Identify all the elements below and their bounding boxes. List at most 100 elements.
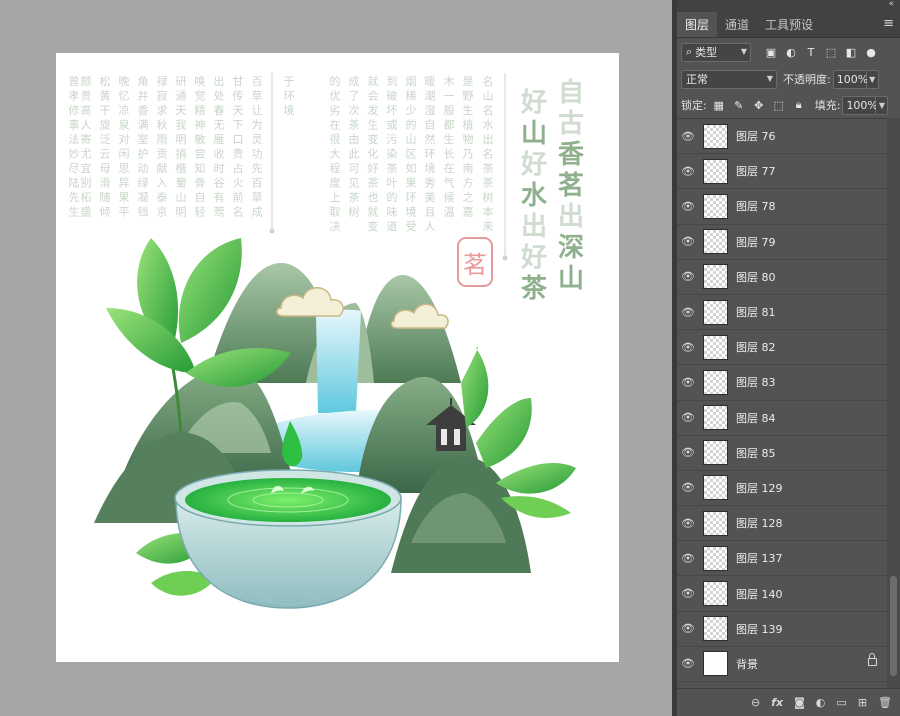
layer-row[interactable]: 👁︎ 图层 80 [677, 260, 887, 295]
visibility-eye-icon[interactable]: 👁︎ [677, 341, 699, 354]
filter-toggle-icon[interactable]: ● [863, 44, 879, 60]
layer-thumbnail[interactable] [703, 193, 728, 219]
layer-name[interactable]: 图层 128 [736, 515, 783, 531]
layer-row[interactable]: 👁︎ 图层 137 [677, 541, 887, 577]
layer-name[interactable]: 图层 83 [736, 374, 776, 390]
layer-thumbnail[interactable] [703, 616, 728, 642]
filter-type-icon[interactable]: T [803, 44, 819, 60]
layer-name[interactable]: 图层 81 [736, 304, 776, 320]
visibility-eye-icon[interactable]: 👁︎ [677, 552, 699, 565]
layer-row[interactable]: 👁︎ 图层 139 [677, 612, 887, 647]
canvas-area[interactable]: 名山名水出名茶茶树本来是野生植物乃南方之嘉木一般都生长在气候温暖潮湿自然环境秀美… [0, 0, 672, 716]
visibility-eye-icon[interactable]: 👁︎ [677, 587, 699, 600]
layers-list[interactable]: 👁︎ 图层 76 👁︎ 图层 77 👁︎ 图层 78 👁︎ 图层 79 👁︎ 图层 80 👁︎ 图层 … [677, 118, 887, 688]
fill-field[interactable]: 100% [842, 95, 878, 115]
visibility-eye-icon[interactable]: 👁︎ [677, 235, 699, 248]
layer-thumbnail[interactable] [703, 510, 728, 536]
layer-name[interactable]: 图层 85 [736, 445, 776, 461]
visibility-eye-icon[interactable]: 👁︎ [677, 376, 699, 389]
lock-artboard-icon[interactable]: ⬚ [771, 97, 787, 113]
panel-menu-icon[interactable]: ≡ [883, 16, 894, 31]
visibility-eye-icon[interactable]: 👁︎ [677, 306, 699, 319]
opacity-dropdown-icon[interactable]: ▼ [866, 69, 879, 89]
scroll-thumb[interactable] [890, 576, 897, 676]
layer-row[interactable]: 👁︎ 图层 129 [677, 471, 887, 507]
layer-thumbnail[interactable] [703, 545, 728, 571]
layer-thumbnail[interactable] [703, 264, 728, 290]
visibility-eye-icon[interactable]: 👁︎ [677, 165, 699, 178]
fx-icon[interactable]: fx [771, 696, 783, 709]
visibility-eye-icon[interactable]: 👁︎ [677, 622, 699, 635]
filter-pixel-icon[interactable]: ▣ [763, 44, 779, 60]
layer-row[interactable]: 👁︎ 图层 77 [677, 154, 887, 190]
layer-name[interactable]: 图层 79 [736, 234, 776, 250]
layer-thumbnail[interactable] [703, 369, 728, 395]
lock-all-icon[interactable]: 🔒︎ [791, 97, 807, 113]
layer-row[interactable]: 👁︎ 图层 81 [677, 295, 887, 331]
filter-shape-icon[interactable]: ⬚ [823, 44, 839, 60]
svg-text:收: 收 [214, 147, 225, 161]
tab-tool-presets[interactable]: 工具预设 [757, 12, 821, 37]
artboard[interactable]: 名山名水出名茶茶树本来是野生植物乃南方之嘉木一般都生长在气候温暖潮湿自然环境秀美… [56, 53, 619, 662]
visibility-eye-icon[interactable]: 👁︎ [677, 411, 699, 424]
layer-row[interactable]: 👁︎ 背景 [677, 647, 887, 682]
layer-thumbnail[interactable] [703, 651, 728, 677]
layer-name[interactable]: 图层 137 [736, 550, 783, 566]
new-layer-icon[interactable]: ⊞ [858, 696, 867, 709]
layer-thumbnail[interactable] [703, 440, 728, 466]
layer-thumbnail[interactable] [703, 581, 728, 607]
trash-icon[interactable]: 🗑︎ [878, 696, 892, 709]
layer-name[interactable]: 图层 84 [736, 410, 776, 426]
layer-row[interactable]: 👁︎ 图层 84 [677, 401, 887, 436]
layer-thumbnail[interactable] [703, 405, 728, 431]
folder-icon[interactable]: ▭ [836, 696, 846, 709]
layer-row[interactable]: 👁︎ 图层 140 [677, 576, 887, 612]
layer-name[interactable]: 图层 80 [736, 269, 776, 285]
filter-adjustment-icon[interactable]: ◐ [783, 44, 799, 60]
layer-thumbnail[interactable] [703, 123, 728, 149]
visibility-eye-icon[interactable]: 👁︎ [677, 657, 699, 670]
layer-row[interactable]: 👁︎ 图层 78 [677, 189, 887, 225]
mask-icon[interactable]: ◙ [794, 696, 805, 709]
layer-row[interactable]: 👁︎ 图层 83 [677, 365, 887, 401]
visibility-eye-icon[interactable]: 👁︎ [677, 200, 699, 213]
filter-smart-object-icon[interactable]: ◧ [843, 44, 859, 60]
visibility-eye-icon[interactable]: 👁︎ [677, 130, 699, 143]
layers-scrollbar[interactable] [887, 118, 900, 688]
layer-thumbnail[interactable] [703, 229, 728, 255]
adjustment-icon[interactable]: ◐ [816, 696, 826, 709]
layer-thumbnail[interactable] [703, 158, 728, 184]
visibility-eye-icon[interactable]: 👁︎ [677, 481, 699, 494]
lock-move-icon[interactable]: ✥ [751, 97, 767, 113]
layer-name[interactable]: 图层 82 [736, 339, 776, 355]
opacity-field[interactable]: 100% [832, 69, 868, 89]
visibility-eye-icon[interactable]: 👁︎ [677, 517, 699, 530]
layer-row[interactable]: 👁︎ 图层 85 [677, 436, 887, 471]
fill-dropdown-icon[interactable]: ▼ [876, 95, 889, 115]
layer-thumbnail[interactable] [703, 334, 728, 360]
layer-row[interactable]: 👁︎ 图层 79 [677, 225, 887, 260]
layer-name[interactable]: 图层 139 [736, 621, 783, 637]
collapse-panel-icon[interactable]: « [888, 0, 894, 9]
layer-name[interactable]: 背景 [736, 656, 758, 672]
layer-row[interactable]: 👁︎ 图层 76 [677, 119, 887, 155]
lock-paint-icon[interactable]: ✎ [731, 97, 747, 113]
layer-thumbnail[interactable] [703, 299, 728, 325]
layer-row[interactable]: 👁︎ 图层 128 [677, 506, 887, 542]
visibility-eye-icon[interactable]: 👁︎ [677, 270, 699, 283]
layer-name[interactable]: 图层 77 [736, 163, 776, 179]
tab-layers[interactable]: 图层 [677, 12, 718, 37]
blend-mode-select[interactable]: 正常 ▼ [681, 69, 777, 89]
layer-name[interactable]: 图层 76 [736, 128, 776, 144]
layer-name[interactable]: 图层 140 [736, 586, 783, 602]
link-icon[interactable]: ⊖ [751, 696, 760, 709]
layer-name[interactable]: 图层 129 [736, 480, 783, 496]
visibility-eye-icon[interactable]: 👁︎ [677, 446, 699, 459]
tab-channels[interactable]: 通道 [717, 12, 757, 37]
filter-kind-select[interactable]: ⌕ 类型 ▼ [681, 42, 751, 62]
layer-row[interactable]: 👁︎ 图层 82 [677, 330, 887, 366]
lock-transparent-icon[interactable]: ▦ [711, 97, 727, 113]
svg-text:了: 了 [349, 90, 360, 103]
layer-name[interactable]: 图层 78 [736, 198, 776, 214]
layer-thumbnail[interactable] [703, 475, 728, 501]
